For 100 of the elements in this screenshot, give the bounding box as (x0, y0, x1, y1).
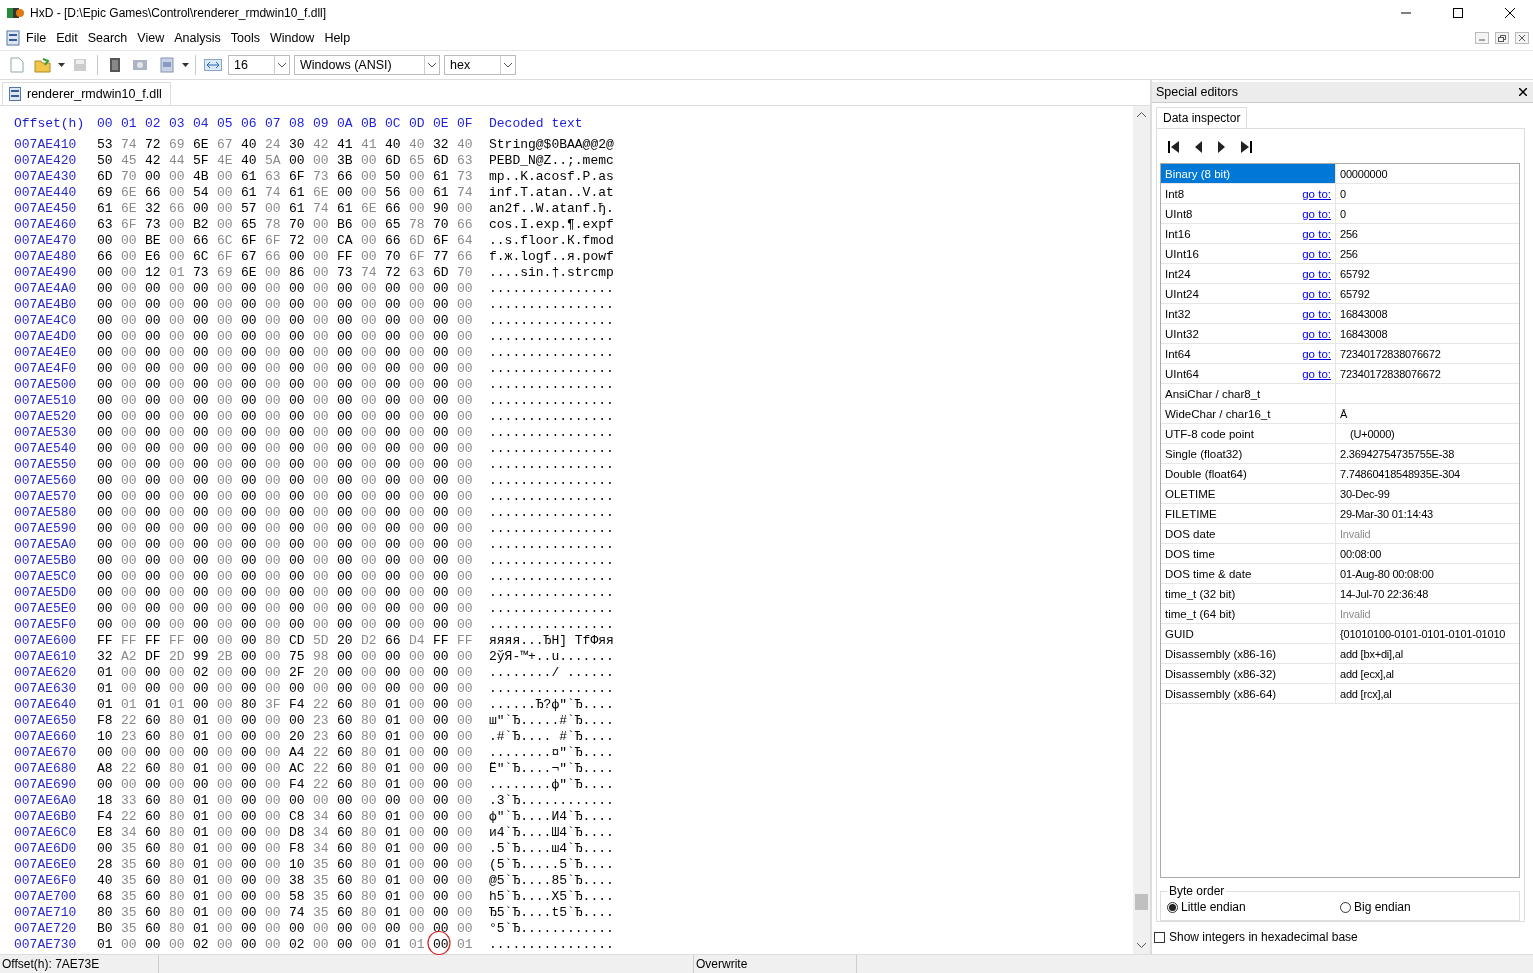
field-label[interactable]: UInt64 go to: (1161, 364, 1336, 383)
field-label[interactable]: DOS time & date (1161, 564, 1336, 583)
menu-item[interactable]: Tools (226, 31, 264, 45)
byte-cell-text: 00 (361, 328, 378, 344)
byte-cell-text: 00 (217, 536, 234, 552)
byte-cell-text: 00 (337, 936, 354, 952)
go-to-link[interactable]: go to: (1302, 287, 1331, 300)
field-label[interactable]: UTF-8 code point (1161, 424, 1336, 443)
field-label[interactable]: UInt32 go to: (1161, 324, 1336, 343)
go-to-link[interactable]: go to: (1302, 187, 1331, 200)
charset-dropdown[interactable]: Windows (ANSI) (294, 55, 440, 75)
field-label[interactable]: DOS date (1161, 524, 1336, 543)
byte-cell-text: 00 (169, 232, 186, 248)
column-header: 0C (385, 115, 402, 131)
byte-cell-text: 00 (385, 792, 402, 808)
field-name: Double (float64) (1165, 467, 1247, 480)
menu-item[interactable]: Search (83, 31, 132, 45)
offset-base-dropdown[interactable]: hex (444, 55, 516, 75)
field-label[interactable]: Binary (8 bit) (1161, 164, 1336, 183)
field-label[interactable]: Double (float64) (1161, 464, 1336, 483)
go-to-link[interactable]: go to: (1302, 267, 1331, 280)
field-label[interactable]: UInt24 go to: (1161, 284, 1336, 303)
byte-cell-text: 00 (289, 712, 306, 728)
close-button[interactable] (1515, 32, 1529, 44)
byte-cell-text: 32 (97, 648, 114, 664)
byte-cell-text: D2 (361, 632, 378, 648)
dropdown-caret-icon (58, 63, 65, 67)
checkbox[interactable] (1154, 931, 1165, 943)
go-to-link[interactable]: go to: (1302, 247, 1331, 260)
document-tab[interactable]: renderer_rmdwin10_f.dll (2, 82, 171, 105)
scrollbar[interactable] (1133, 106, 1150, 954)
offset-cell-text: 007AE440 (14, 184, 78, 200)
bytes-per-row-dropdown[interactable]: 16 (228, 55, 290, 75)
byte-cell-text: 00 (193, 200, 210, 216)
triangle-right-icon (1217, 140, 1227, 154)
field-label[interactable]: Disassembly (x86-32) (1161, 664, 1336, 683)
byte-cell-text: 00 (337, 520, 354, 536)
byte-cell-text: 00 (217, 216, 234, 232)
field-label[interactable]: Disassembly (x86-16) (1161, 644, 1336, 663)
byte-cell-text: 00 (361, 392, 378, 408)
field-label[interactable]: Int8 go to: (1161, 184, 1336, 203)
byte-cell-text: 3B (337, 152, 354, 168)
close-button[interactable] (1517, 86, 1529, 98)
go-to-link[interactable]: go to: (1302, 367, 1331, 380)
byte-cell-text: 00 (97, 536, 114, 552)
field-name: Int64 (1165, 347, 1191, 360)
inspector-tab[interactable]: Data inspector (1156, 107, 1248, 128)
first-button[interactable] (1166, 139, 1182, 155)
field-label[interactable]: Single (float32) (1161, 444, 1336, 463)
field-label[interactable]: OLETIME (1161, 484, 1336, 503)
decoded-text: ......../ ...... (489, 664, 614, 680)
field-label[interactable]: FILETIME (1161, 504, 1336, 523)
field-label[interactable]: DOS time (1161, 544, 1336, 563)
field-label[interactable]: WideChar / char16_t (1161, 404, 1336, 423)
byte-cell-text: 72 (145, 136, 162, 152)
byte-cell-text: 00 (97, 472, 114, 488)
byte-cell-text: 00 (361, 536, 378, 552)
byte-cell-text: 00 (241, 504, 258, 520)
go-to-link[interactable]: go to: (1302, 327, 1331, 340)
menu-item[interactable]: Analysis (170, 31, 225, 45)
byte-cell-text: 00 (97, 456, 114, 472)
column-header: Offset(h) (14, 115, 86, 131)
field-label[interactable]: time_t (64 bit) (1161, 604, 1336, 623)
menu-item[interactable]: Window (265, 31, 319, 45)
byte-cell-text: 01 (193, 760, 210, 776)
field-label[interactable]: AnsiChar / char8_t (1161, 384, 1336, 403)
restore-button[interactable] (1495, 32, 1509, 44)
scroll-thumb[interactable] (1135, 894, 1148, 910)
go-to-link[interactable]: go to: (1302, 207, 1331, 220)
field-label[interactable]: GUID (1161, 624, 1336, 643)
last-button[interactable] (1238, 139, 1254, 155)
byte-cell-text: 00 (337, 312, 354, 328)
go-to-link[interactable]: go to: (1302, 227, 1331, 240)
menu-item[interactable]: Help (320, 31, 355, 45)
menu-item[interactable]: File (22, 31, 51, 45)
byte-cell-text: 78 (265, 216, 282, 232)
go-to-link[interactable]: go to: (1302, 307, 1331, 320)
go-to-link[interactable]: go to: (1302, 347, 1331, 360)
byte-cell-text: 00 (121, 584, 138, 600)
byte-cell-text: 60 (337, 840, 354, 856)
field-label[interactable]: time_t (32 bit) (1161, 584, 1336, 603)
menu-item[interactable]: Edit (52, 31, 82, 45)
menu-item[interactable]: View (133, 31, 169, 45)
field-label[interactable]: Disassembly (x86-64) (1161, 684, 1336, 703)
field-label[interactable]: Int64 go to: (1161, 344, 1336, 363)
field-label[interactable]: Int16 go to: (1161, 224, 1336, 243)
field-label[interactable]: UInt16 go to: (1161, 244, 1336, 263)
field-label[interactable]: Int32 go to: (1161, 304, 1336, 323)
offset-cell-text: 007AE6D0 (14, 840, 78, 856)
byte-cell-text: 00 (145, 360, 162, 376)
byte-cell-text: 01 (97, 664, 114, 680)
offset-cell-text: 007AE660 (14, 728, 78, 744)
byte-cell-text: 00 (409, 392, 426, 408)
field-label[interactable]: UInt8 go to: (1161, 204, 1336, 223)
field-value: 65792 (1339, 286, 1370, 302)
byte-cell-text: 00 (313, 584, 330, 600)
byte-cell-text: 50 (385, 168, 402, 184)
byte-cell-text: FF (145, 632, 162, 648)
field-label[interactable]: Int24 go to: (1161, 264, 1336, 283)
byte-cell-text: D8 (289, 824, 306, 840)
